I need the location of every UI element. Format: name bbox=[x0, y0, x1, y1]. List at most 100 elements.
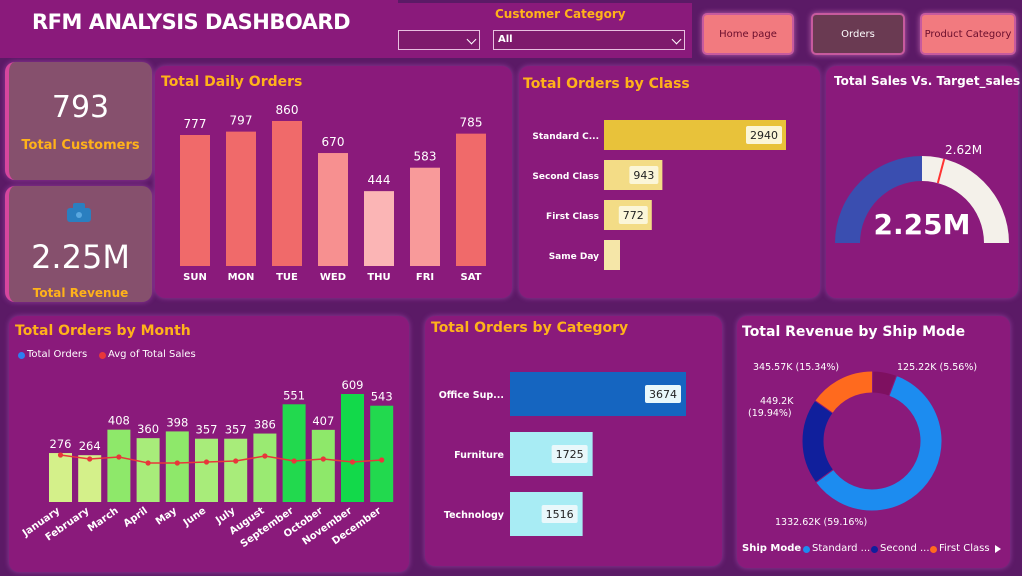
donut-slice-label: 1332.62K (59.16%) bbox=[775, 517, 867, 528]
daily-bar-label: WED bbox=[320, 272, 346, 283]
month-bar-value: 360 bbox=[137, 422, 159, 436]
category-bar-value: 1516 bbox=[546, 508, 574, 521]
legend-next-arrow-icon[interactable] bbox=[994, 544, 1002, 554]
class-bar-label: Second Class bbox=[532, 172, 599, 182]
daily-bar-label: MON bbox=[228, 272, 255, 283]
class-bar-value: 2940 bbox=[750, 129, 778, 142]
daily-orders-card: Total Daily Orders 777 SUN 797 MON 860 TUE 670… bbox=[155, 66, 512, 298]
daily-bar bbox=[180, 134, 210, 266]
gauge-value-label: 2.25M bbox=[873, 208, 971, 241]
total-revenue-value: 2.25M bbox=[31, 238, 130, 276]
product-category-button[interactable]: Product Category bbox=[920, 13, 1016, 55]
daily-bar bbox=[364, 191, 394, 266]
orders-by-month-card: Total Orders by Month Total Orders Avg o… bbox=[9, 316, 409, 572]
orders-button[interactable]: Orders bbox=[811, 13, 905, 55]
sales-vs-target-card: Total Sales Vs. Target_sales 2.62M 2.25M bbox=[826, 66, 1020, 298]
daily-bar-value: 777 bbox=[184, 117, 207, 131]
total-revenue-card: 2.25M Total Revenue bbox=[5, 186, 152, 302]
month-bar-value: 609 bbox=[342, 378, 364, 392]
category-bar-value: 3674 bbox=[649, 388, 677, 401]
chevron-down-icon bbox=[671, 34, 682, 45]
daily-bar bbox=[410, 167, 440, 266]
month-bar-value: 276 bbox=[50, 437, 72, 451]
daily-bar bbox=[456, 133, 486, 266]
avg-sales-point bbox=[320, 456, 326, 462]
daily-bar-value: 444 bbox=[368, 173, 391, 187]
ship-legend-dot-standard bbox=[803, 546, 810, 553]
month-bar bbox=[341, 394, 364, 502]
month-bar bbox=[253, 433, 277, 502]
donut-slice-label: 345.57K (15.34%) bbox=[753, 362, 839, 373]
month-bar bbox=[107, 429, 131, 502]
category-bar-label: Technology bbox=[444, 510, 505, 521]
class-bar-value: 943 bbox=[633, 169, 654, 182]
ship-legend-first: First Class bbox=[939, 543, 990, 554]
month-bar-value: 407 bbox=[312, 414, 334, 428]
customer-category-value: All bbox=[498, 34, 513, 45]
orders-by-category-card: Total Orders by Category Office Sup... 36… bbox=[425, 316, 722, 566]
month-bar bbox=[282, 404, 306, 502]
daily-bar-value: 670 bbox=[322, 135, 345, 149]
daily-bar bbox=[318, 153, 348, 266]
sales-gauge-chart bbox=[835, 156, 1009, 243]
class-bar-label: First Class bbox=[546, 212, 599, 222]
total-customers-card: 793 Total Customers bbox=[5, 62, 152, 180]
avg-sales-point bbox=[87, 456, 93, 462]
month-bar bbox=[224, 438, 248, 502]
daily-bar-label: FRI bbox=[416, 272, 434, 283]
month-bar-value: 408 bbox=[108, 414, 130, 428]
month-bar-value: 264 bbox=[79, 439, 101, 453]
month-bar-label: June bbox=[181, 505, 209, 529]
class-bar-value: 772 bbox=[623, 209, 644, 222]
avg-sales-point bbox=[57, 452, 64, 458]
class-bar-label: Standard C... bbox=[532, 132, 599, 142]
home-page-button[interactable]: Home page bbox=[702, 13, 794, 55]
chevron-down-icon bbox=[466, 34, 477, 45]
daily-bar-label: TUE bbox=[276, 272, 298, 283]
daily-bar-label: SAT bbox=[461, 272, 482, 283]
ship-legend-standard: Standard ... bbox=[812, 543, 871, 554]
avg-sales-point bbox=[116, 454, 122, 460]
avg-sales-point bbox=[262, 453, 268, 459]
donut-slice-label: 125.22K (5.56%) bbox=[897, 362, 977, 373]
class-bar-label: Same Day bbox=[549, 252, 599, 262]
avg-sales-point bbox=[349, 459, 356, 465]
avg-sales-point bbox=[203, 459, 210, 465]
daily-bar bbox=[272, 121, 302, 266]
total-customers-value: 793 bbox=[51, 90, 110, 125]
ship-legend-title: Ship Mode bbox=[742, 543, 802, 554]
orders-by-category-chart: Office Sup... 3674 Furniture 1725 Technology… bbox=[439, 372, 686, 536]
category-bar-label: Furniture bbox=[454, 450, 504, 461]
orders-by-class-card: Total Orders by Class Standard C... 2940 S… bbox=[519, 66, 820, 298]
month-bar bbox=[165, 431, 189, 502]
orders-by-class-chart: Standard C... 2940 Second Class 943 First Cl… bbox=[532, 120, 786, 270]
ship-legend-second: Second ... bbox=[880, 543, 930, 554]
month-bar-label: May bbox=[154, 505, 179, 527]
filter-label: Customer Category bbox=[495, 7, 626, 21]
donut-slice-label: (19.94%) bbox=[748, 408, 792, 419]
filter-left-dropdown[interactable] bbox=[398, 30, 480, 50]
avg-sales-point bbox=[291, 458, 297, 464]
donut-slice bbox=[814, 370, 874, 414]
month-bar bbox=[136, 438, 160, 502]
month-bar-label: March bbox=[86, 505, 121, 534]
month-bar-value: 386 bbox=[254, 418, 276, 432]
daily-bar-label: THU bbox=[367, 272, 390, 283]
month-bar bbox=[311, 429, 335, 502]
avg-sales-point bbox=[379, 457, 385, 463]
month-bar-label: April bbox=[122, 505, 150, 529]
month-bar-value: 551 bbox=[283, 388, 305, 402]
month-bar bbox=[49, 453, 72, 502]
month-bar-value: 543 bbox=[371, 390, 393, 404]
ship-mode-donut-chart: 1332.62K (59.16%) 449.2K(19.94%) 345.57K (… bbox=[748, 362, 977, 528]
total-revenue-label: Total Revenue bbox=[32, 286, 129, 300]
daily-orders-chart: 777 SUN 797 MON 860 TUE 670 WED 444 THU 583 FRI 785 S… bbox=[180, 103, 486, 283]
month-bar-value: 357 bbox=[225, 423, 247, 437]
ship-legend-dot-first bbox=[930, 546, 937, 553]
money-icon bbox=[67, 203, 91, 222]
donut-slice-label: 449.2K bbox=[760, 396, 794, 407]
category-bar-label: Office Sup... bbox=[439, 390, 504, 401]
dashboard-title: RFM ANALYSIS DASHBOARD bbox=[32, 10, 351, 34]
customer-category-dropdown[interactable]: All bbox=[493, 30, 685, 50]
donut-slice bbox=[801, 399, 835, 484]
